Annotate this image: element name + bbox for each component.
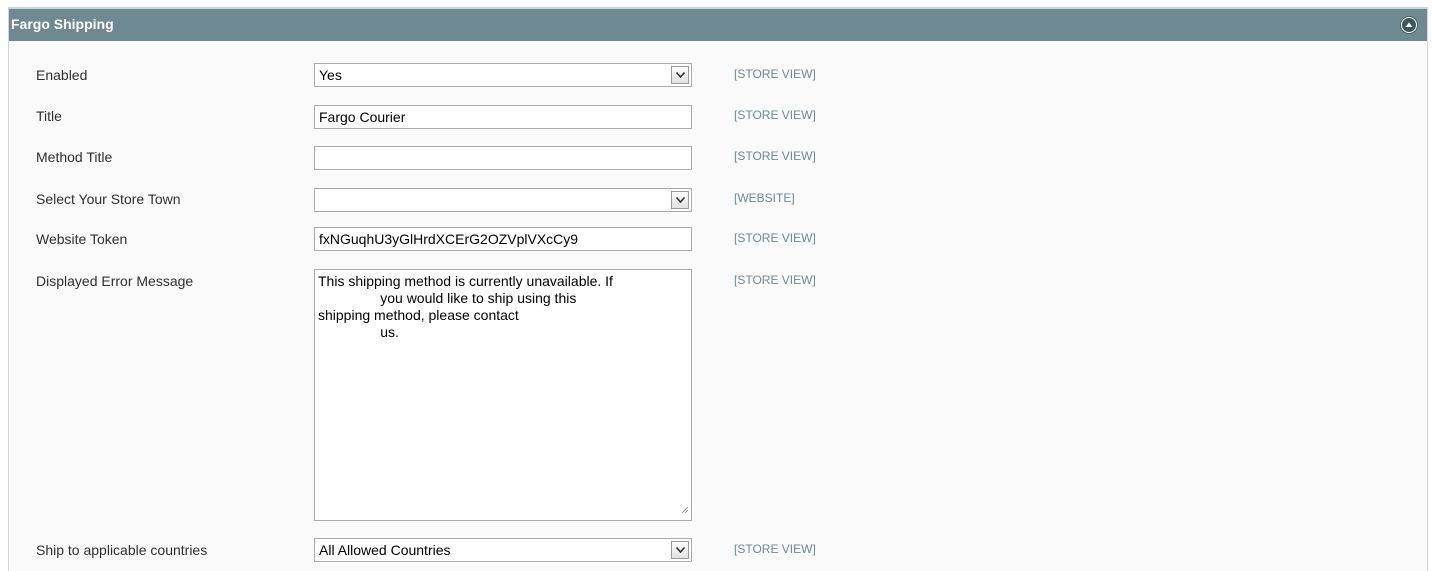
method-title-input[interactable] xyxy=(314,146,692,170)
method-title-label: Method Title xyxy=(36,149,113,165)
title-input[interactable] xyxy=(314,105,692,129)
applicable-countries-select[interactable]: All Allowed Countries xyxy=(314,538,692,562)
chevron-down-icon[interactable] xyxy=(671,541,689,559)
website-token-label: Website Token xyxy=(36,231,128,247)
title-scope: [STORE VIEW] xyxy=(734,108,816,122)
store-town-scope: [WEBSITE] xyxy=(734,191,795,205)
error-message-textarea[interactable]: This shipping method is currently unavai… xyxy=(314,269,692,521)
method-title-scope: [STORE VIEW] xyxy=(734,149,816,163)
resize-grip-icon[interactable] xyxy=(679,504,689,514)
chevron-down-icon[interactable] xyxy=(671,66,689,84)
applicable-countries-select-value: All Allowed Countries xyxy=(319,542,451,558)
enabled-select[interactable]: Yes xyxy=(314,63,692,87)
enabled-select-value: Yes xyxy=(319,67,342,83)
applicable-countries-label: Ship to applicable countries xyxy=(36,542,208,558)
website-token-input[interactable] xyxy=(314,227,692,251)
title-label: Title xyxy=(36,108,62,124)
enabled-label: Enabled xyxy=(36,67,88,83)
chevron-up-circle-icon[interactable] xyxy=(1401,17,1417,33)
section-title: Fargo Shipping xyxy=(11,16,114,32)
store-town-select[interactable] xyxy=(314,188,692,212)
error-message-label: Displayed Error Message xyxy=(36,273,194,289)
chevron-down-icon[interactable] xyxy=(671,191,689,209)
enabled-scope: [STORE VIEW] xyxy=(734,67,816,81)
website-token-scope: [STORE VIEW] xyxy=(734,231,816,245)
applicable-countries-scope: [STORE VIEW] xyxy=(734,542,816,556)
section-header[interactable]: Fargo Shipping xyxy=(9,7,1427,41)
error-message-scope: [STORE VIEW] xyxy=(734,273,816,287)
fargo-shipping-section: Fargo Shipping Enabled Yes [STORE VIEW] … xyxy=(8,7,1428,571)
store-town-label: Select Your Store Town xyxy=(36,191,181,207)
